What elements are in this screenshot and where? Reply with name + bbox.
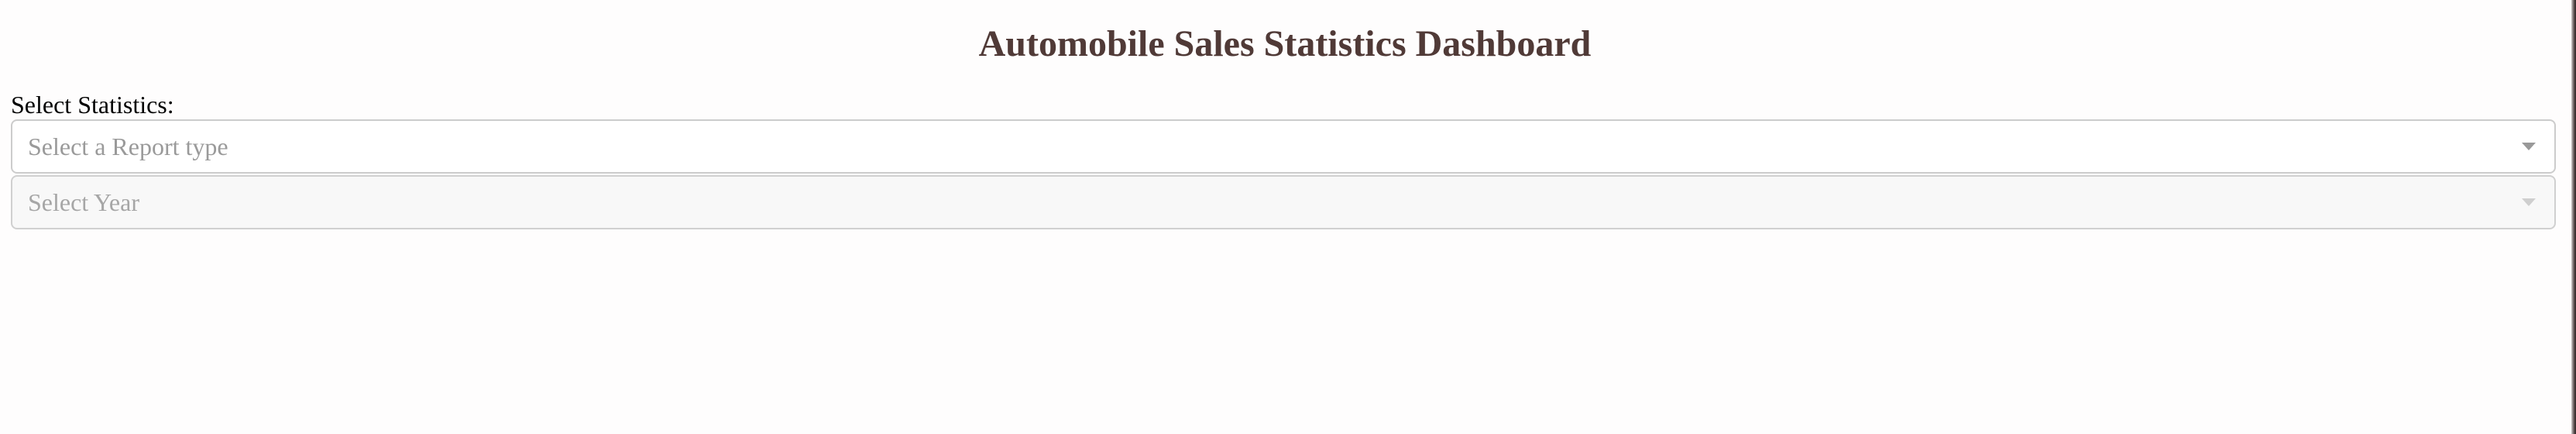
year-placeholder: Select Year [28, 188, 139, 216]
window-edge [2571, 0, 2576, 434]
chevron-down-icon[interactable] [2522, 143, 2536, 150]
page-title: Automobile Sales Statistics Dashboard [978, 23, 1592, 64]
year-dropdown: Select Year [11, 175, 2556, 229]
select-statistics-label: Select Statistics: [11, 91, 174, 119]
report-type-placeholder: Select a Report type [28, 132, 228, 160]
report-type-dropdown[interactable]: Select a Report type [11, 119, 2556, 174]
chevron-down-icon [2522, 198, 2536, 206]
